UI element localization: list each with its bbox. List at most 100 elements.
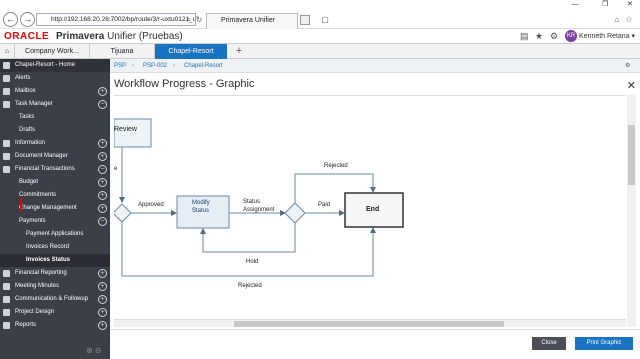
expand-icon[interactable]: + [98,282,107,291]
restore-button[interactable]: ❐ [596,0,614,10]
expand-icon[interactable]: + [98,178,107,187]
user-menu[interactable]: Kenneth Retana ▾ [579,32,635,40]
sidebar-item-budget[interactable]: Budget + [0,176,110,189]
sidebar-item-invoices-status[interactable]: Invoices Status [0,254,110,267]
horizontal-scroll-thumb[interactable] [234,321,504,327]
paid-label: Paid [318,202,331,208]
close-button[interactable]: Close [532,337,566,350]
sidebar-item-label: Budget [19,179,39,185]
sidebar-item-task-manager[interactable]: Task Manager − [0,98,110,111]
expand-icon[interactable]: + [98,308,107,317]
sidebar-item-reports[interactable]: Reports + [0,319,110,332]
tab-tijuana[interactable]: Tijuana [90,44,155,59]
settings-icon[interactable]: ★ [535,31,543,42]
folder-icon [3,153,10,160]
sidebar-item-label: Drafts [19,127,36,133]
home-icon [3,62,10,69]
expand-icon[interactable]: + [98,269,107,278]
sidebar-item-tasks[interactable]: Tasks [0,111,110,124]
expand-icon[interactable]: + [98,321,107,330]
vertical-scroll-thumb[interactable] [628,125,635,185]
breadcrumb-item[interactable]: PSP-002 [143,59,167,73]
sidebar-item-change-management[interactable]: Change Management + [0,202,110,215]
sidebar-item-communication-followup[interactable]: Communication & Followup + [0,293,110,306]
favorites-star-icon[interactable]: ☆ [624,14,634,25]
bell-icon[interactable]: ▤ [520,31,529,42]
collapse-icon[interactable]: − [98,165,107,174]
breadcrumb-item[interactable]: PSP [114,59,126,73]
breadcrumb-separator: › [173,63,175,69]
home-icon: ⌂ [4,48,10,55]
sidebar-item-financial-transactions[interactable]: Financial Transactions − [0,163,110,176]
decision-node-1[interactable] [114,203,132,223]
approved-label: Approved [138,202,164,208]
expand-icon[interactable]: + [98,152,107,161]
vertical-scrollbar[interactable] [627,95,636,327]
close-icon[interactable]: ✕ [627,79,636,92]
avatar[interactable]: KR [565,30,577,42]
refresh-icon[interactable]: ↻ [194,14,204,25]
sidebar-item-label: Meeting Minutes [15,283,60,289]
horizontal-scrollbar[interactable] [114,319,626,327]
money-icon [3,166,10,173]
sidebar-item-payment-applications[interactable]: Payment Applications [0,228,110,241]
sidebar-item-invoices-record[interactable]: Invoices Record [0,241,110,254]
sidebar-item-commitments[interactable]: Commitments + [0,189,110,202]
sidebar-item-label: Tasks [19,114,35,120]
sidebar-item-project-design[interactable]: Project Design + [0,306,110,319]
home-icon[interactable]: ⌂ [612,14,622,25]
collapse-icon[interactable]: − [98,217,107,226]
breadcrumb-item[interactable]: Chapel-Resort [184,59,223,73]
user-settings-icon[interactable]: ⚙ [625,59,630,73]
back-button[interactable]: ← [3,12,18,27]
page-icon[interactable]: ▢ [320,14,330,25]
sidebar-item-information[interactable]: Information + [0,137,110,150]
sidebar-header[interactable]: Chapel-Resort - Home [0,59,110,72]
expand-icon[interactable]: + [98,139,107,148]
sidebar-item-alerts[interactable]: Alerts [0,72,110,85]
sidebar-footer-controls[interactable]: ⊕ ⊖ [86,346,102,355]
sidebar-item-label: Document Manager [15,153,68,159]
modify-status-label-1: Modify [192,200,210,206]
close-window-button[interactable]: ✕ [621,0,639,10]
review-label: Review [114,126,137,133]
browser-tab-title: Primavera Unifier [221,17,276,24]
sidebar-item-document-manager[interactable]: Document Manager + [0,150,110,163]
sidebar: Chapel-Resort - Home Alerts Mailbox + Tas… [0,59,110,359]
tab-company-workspace[interactable]: Company Work... [15,44,90,59]
sidebar-item-drafts[interactable]: Drafts [0,124,110,137]
forward-button[interactable]: → [20,12,35,27]
sidebar-item-label: Reports [15,322,37,328]
report-icon [3,322,10,329]
print-graphic-button[interactable]: Print Graphic [575,337,633,350]
search-icon[interactable]: ⌕ [184,14,194,25]
expand-icon[interactable]: + [98,295,107,304]
status-assignment-label-2: Assignment [243,207,275,213]
collapse-icon[interactable]: − [98,100,107,109]
active-indicator [20,198,22,211]
sidebar-item-mailbox[interactable]: Mailbox + [0,85,110,98]
add-tab-button[interactable]: + [232,44,246,59]
minimize-button[interactable]: — [566,0,584,10]
home-tab[interactable]: ⌂ [0,44,15,59]
product-subtitle: Unifier (Pruebas) [107,31,183,42]
gear-icon[interactable]: ⚙ [550,31,558,42]
sidebar-item-label: Invoices Record [26,244,70,250]
review-node[interactable] [114,118,152,148]
product-name: Primavera [56,31,105,42]
sidebar-item-financial-reporting[interactable]: Financial Reporting + [0,267,110,280]
sidebar-item-payments[interactable]: Payments − [0,215,110,228]
expand-icon[interactable]: + [98,87,107,96]
new-tab-button[interactable] [300,15,310,25]
expand-icon[interactable]: + [98,204,107,213]
page-title: Workflow Progress - Graphic [114,78,255,90]
sidebar-item-label: Payments [19,218,46,224]
url-input[interactable]: http://192.168.20.26:7002/bp/route/3/r-u… [36,13,196,26]
expand-icon[interactable]: + [98,191,107,200]
window-titlebar: — ❐ ✕ [0,0,640,10]
tab-chapel-resort[interactable]: Chapel-Resort [155,44,227,59]
sidebar-item-meeting-minutes[interactable]: Meeting Minutes + [0,280,110,293]
main-content: PSP › PSP-002 › Chapel-Resort ⚙ Workflow… [110,59,640,359]
decision-node-2[interactable] [284,202,306,224]
browser-tab[interactable]: Primavera Unifier [206,13,298,29]
